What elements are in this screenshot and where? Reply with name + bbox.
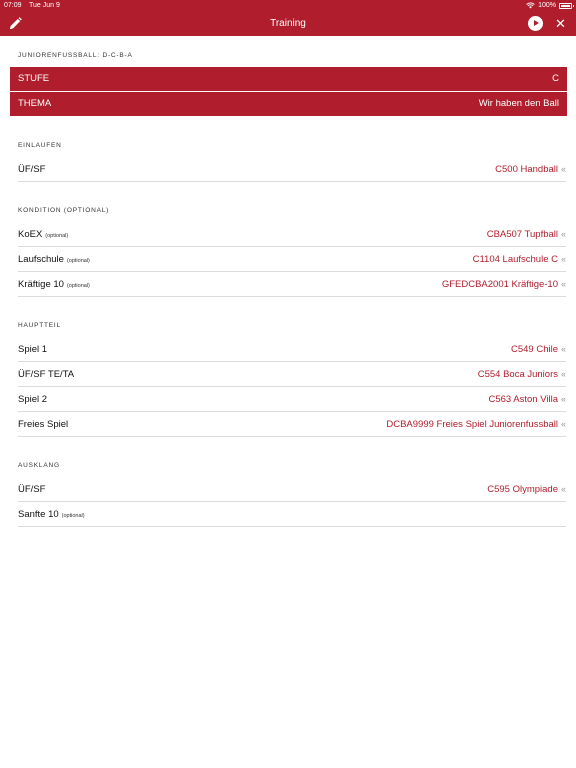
page-title: Training	[270, 18, 306, 29]
status-time: 07:09	[4, 2, 22, 9]
status-right: 100%	[526, 0, 574, 11]
row-label: ÜF/SF	[18, 164, 46, 175]
status-bar: 07:09 Tue Jun 9 100%	[0, 0, 576, 11]
wifi-icon	[526, 2, 535, 9]
row-value: C595 Olympiade	[487, 484, 558, 495]
double-chevron-left-icon: «	[560, 344, 566, 354]
row-label: Laufschule (optional)	[18, 254, 90, 265]
section-title-einlaufen: EINLAUFEN	[18, 142, 62, 149]
row-value: C1104 Laufschule C	[472, 254, 558, 265]
list-item[interactable]: ÜF/SF C595 Olympiade «	[18, 477, 566, 502]
row-label: Freies Spiel	[18, 419, 69, 430]
double-chevron-left-icon: «	[560, 369, 566, 379]
list-item[interactable]: Kräftige 10 (optional) GFEDCBA2001 Kräfti…	[18, 272, 566, 297]
stufe-value: C	[552, 73, 559, 84]
list-item[interactable]: ÜF/SF C500 Handball «	[18, 157, 566, 182]
navigation-bar: Training ✕	[0, 11, 576, 36]
double-chevron-left-icon: «	[560, 419, 566, 429]
play-icon[interactable]	[528, 16, 543, 31]
thema-value: Wir haben den Ball	[478, 98, 559, 109]
list-item[interactable]: Freies Spiel DCBA9999 Freies Spiel Junio…	[18, 412, 566, 437]
double-chevron-left-icon: «	[560, 254, 566, 264]
double-chevron-left-icon: «	[560, 164, 566, 174]
row-value: C549 Chile	[511, 344, 558, 355]
double-chevron-left-icon: «	[560, 484, 566, 494]
thema-row[interactable]: THEMA Wir haben den Ball	[10, 92, 567, 116]
list-item[interactable]: Spiel 1 C549 Chile «	[18, 337, 566, 362]
list-item[interactable]: Laufschule (optional) C1104 Laufschule C …	[18, 247, 566, 272]
section-title-kondition: KONDITION (OPTIONAL)	[18, 207, 110, 214]
list-item[interactable]: Sanfte 10 (optional)	[18, 502, 566, 527]
row-value: GFEDCBA2001 Kräftige-10	[441, 279, 558, 290]
battery-percent: 100%	[538, 2, 556, 9]
row-value: C554 Boca Juniors	[477, 369, 558, 380]
row-label: Sanfte 10 (optional)	[18, 509, 85, 520]
close-icon[interactable]: ✕	[553, 16, 568, 31]
row-label: Spiel 2	[18, 394, 48, 405]
row-value: DCBA9999 Freies Spiel Juniorenfussball	[386, 419, 558, 430]
row-value: C500 Handball	[495, 164, 558, 175]
row-value: CBA507 Tupfball	[486, 229, 558, 240]
stufe-row[interactable]: STUFE C	[10, 67, 567, 91]
optional-tag: (optional)	[45, 233, 69, 239]
optional-tag: (optional)	[66, 258, 90, 264]
thema-label: THEMA	[18, 98, 52, 109]
section-title-juniorenfussball: JUNIORENFUSSBALL: D-C-B-A	[18, 52, 133, 59]
section-title-hauptteil: HAUPTTEIL	[18, 322, 61, 329]
status-date: Tue Jun 9	[29, 2, 60, 9]
optional-tag: (optional)	[66, 283, 90, 289]
row-label: ÜF/SF	[18, 484, 46, 495]
row-label: Kräftige 10 (optional)	[18, 279, 90, 290]
optional-tag: (optional)	[61, 513, 85, 519]
row-value: C563 Aston Villa	[488, 394, 558, 405]
row-label: Spiel 1	[18, 344, 48, 355]
double-chevron-left-icon: «	[560, 394, 566, 404]
double-chevron-left-icon: «	[560, 229, 566, 239]
double-chevron-left-icon: «	[560, 279, 566, 289]
list-item[interactable]: KoEX (optional) CBA507 Tupfball «	[18, 222, 566, 247]
row-label: KoEX (optional)	[18, 229, 69, 240]
battery-icon	[559, 2, 574, 9]
list-item[interactable]: Spiel 2 C563 Aston Villa «	[18, 387, 566, 412]
stufe-label: STUFE	[18, 73, 50, 84]
list-item[interactable]: ÜF/SF TE/TA C554 Boca Juniors «	[18, 362, 566, 387]
row-label: ÜF/SF TE/TA	[18, 369, 75, 380]
section-title-ausklang: AUSKLANG	[18, 462, 60, 469]
